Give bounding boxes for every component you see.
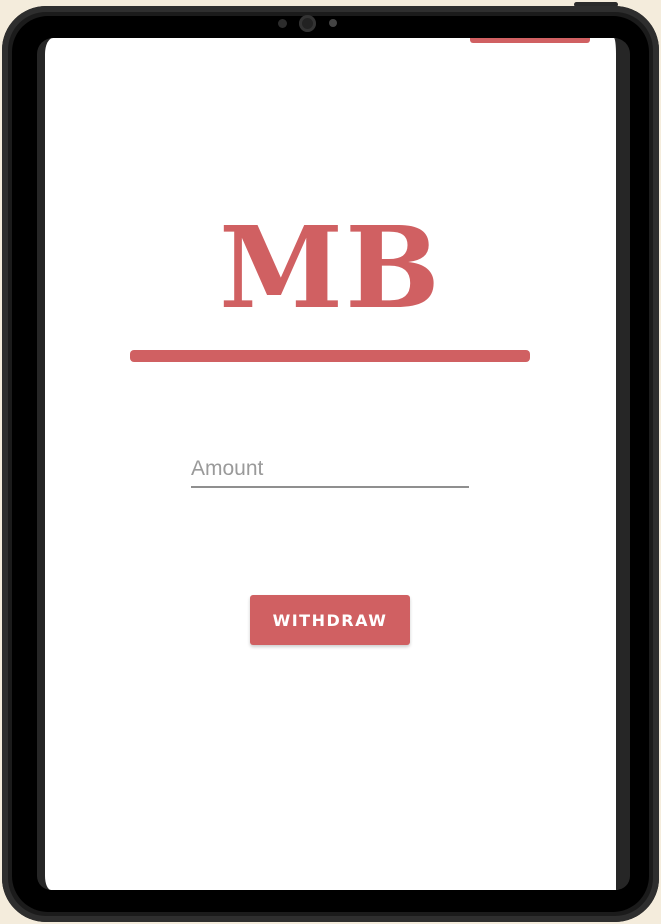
logo-underline [130, 350, 530, 362]
sensor-icon [278, 19, 287, 28]
app-screen: MB WITHDRAW [37, 38, 630, 890]
amount-input[interactable] [191, 454, 469, 488]
top-accent-bar [470, 38, 590, 43]
withdraw-button[interactable]: WITHDRAW [250, 595, 410, 645]
front-camera-icon [299, 15, 316, 32]
page-background: MB WITHDRAW [0, 0, 661, 924]
app-logo: MB [219, 203, 442, 334]
light-sensor-icon [329, 19, 337, 27]
